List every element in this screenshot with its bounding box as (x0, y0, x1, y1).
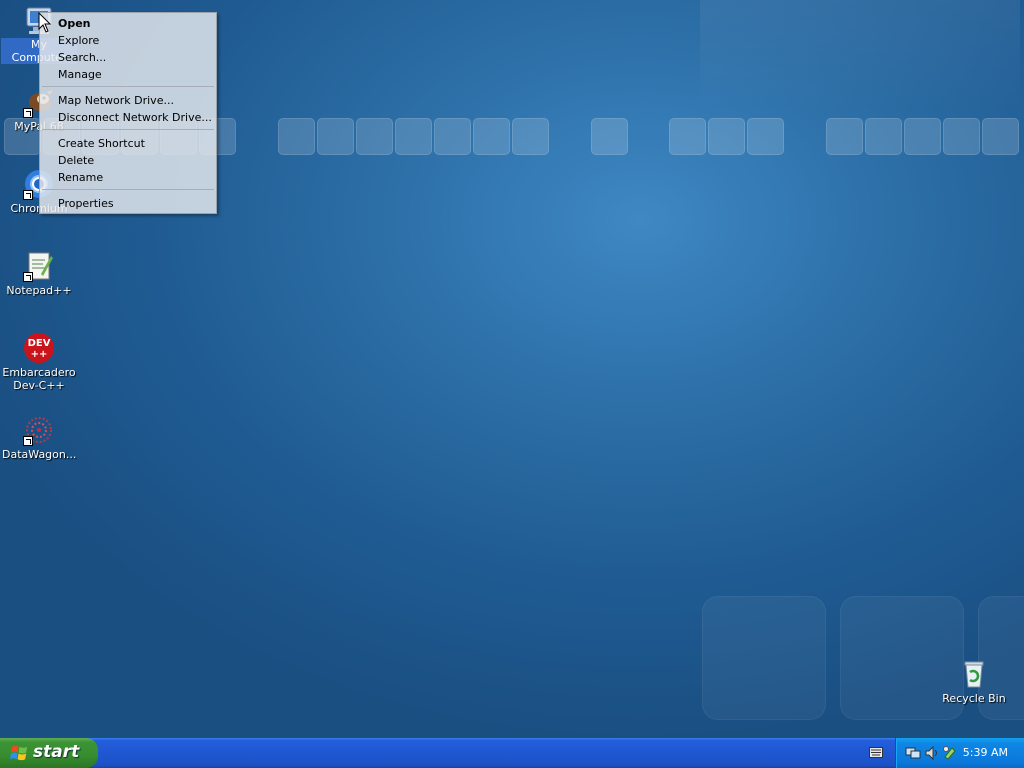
decor-square (317, 118, 354, 155)
menu-item-open[interactable]: Open (58, 17, 91, 30)
menu-item-map-network-drive[interactable]: Map Network Drive... (58, 94, 174, 107)
datawagon-icon (23, 414, 55, 446)
shortcut-arrow-icon (23, 190, 33, 200)
decor-big-square (702, 596, 826, 720)
decor-square (904, 118, 941, 155)
decor-square (512, 118, 549, 155)
shortcut-arrow-icon (23, 436, 33, 446)
menu-item-rename[interactable]: Rename (58, 171, 103, 184)
menu-item-properties[interactable]: Properties (58, 197, 114, 210)
devcpp-icon: DEV ++ (23, 332, 55, 364)
recycle-bin-icon (958, 658, 990, 690)
context-menu: Open Explore Search... Manage Map Networ… (39, 12, 217, 214)
menu-item-create-shortcut[interactable]: Create Shortcut (58, 137, 145, 150)
start-label: start (33, 742, 80, 762)
decor-square (395, 118, 432, 155)
decor-square (669, 118, 706, 155)
start-button[interactable]: start (0, 738, 98, 768)
decor-square (473, 118, 510, 155)
decor-square (591, 118, 628, 155)
menu-separator (42, 129, 214, 130)
decor-square (982, 118, 1019, 155)
menu-item-delete[interactable]: Delete (58, 154, 94, 167)
decor-square (865, 118, 902, 155)
desktop-icon-label: Recycle Bin (942, 692, 1006, 705)
menu-item-disconnect-network-drive[interactable]: Disconnect Network Drive... (58, 111, 212, 124)
decor-square (434, 118, 471, 155)
taskbar-clock[interactable]: 5:39 AM (963, 746, 1008, 759)
decor-square (278, 118, 315, 155)
svg-text:++: ++ (31, 349, 48, 360)
network-icon[interactable] (905, 745, 921, 761)
menu-separator (42, 189, 214, 190)
taskbar: start 5:39 AM (0, 738, 1024, 768)
desktop-icon-label: Notepad++ (6, 284, 72, 297)
audio-icon[interactable] (924, 745, 940, 761)
background-glow (700, 0, 1020, 110)
keyboard-icon[interactable] (869, 747, 883, 758)
safely-remove-icon[interactable] (942, 745, 958, 761)
decor-square (356, 118, 393, 155)
menu-item-search[interactable]: Search... (58, 51, 106, 64)
desktop[interactable]: My Computer MyPal 68 Chromium (0, 0, 1024, 738)
menu-separator (42, 86, 214, 87)
notepadpp-icon (23, 250, 55, 282)
desktop-icon-datawagon[interactable]: DataWagon... (1, 414, 77, 461)
decor-square (708, 118, 745, 155)
system-tray: 5:39 AM (895, 738, 1024, 768)
desktop-icon-recycle-bin[interactable]: Recycle Bin (936, 658, 1012, 705)
decor-square (826, 118, 863, 155)
menu-item-explore[interactable]: Explore (58, 34, 99, 47)
desktop-icon-devcpp[interactable]: DEV ++ Embarcadero Dev-C++ (1, 332, 77, 392)
decor-square (943, 118, 980, 155)
menu-item-manage[interactable]: Manage (58, 68, 102, 81)
shortcut-arrow-icon (23, 108, 33, 118)
desktop-icon-label: DataWagon... (2, 448, 77, 461)
windows-flag-icon (10, 745, 28, 761)
desktop-icon-label: Embarcadero Dev-C++ (2, 366, 76, 392)
desktop-icon-notepadpp[interactable]: Notepad++ (1, 250, 77, 297)
decor-square (747, 118, 784, 155)
mouse-cursor-icon (38, 12, 52, 33)
shortcut-arrow-icon (23, 272, 33, 282)
svg-text:DEV: DEV (28, 338, 51, 349)
